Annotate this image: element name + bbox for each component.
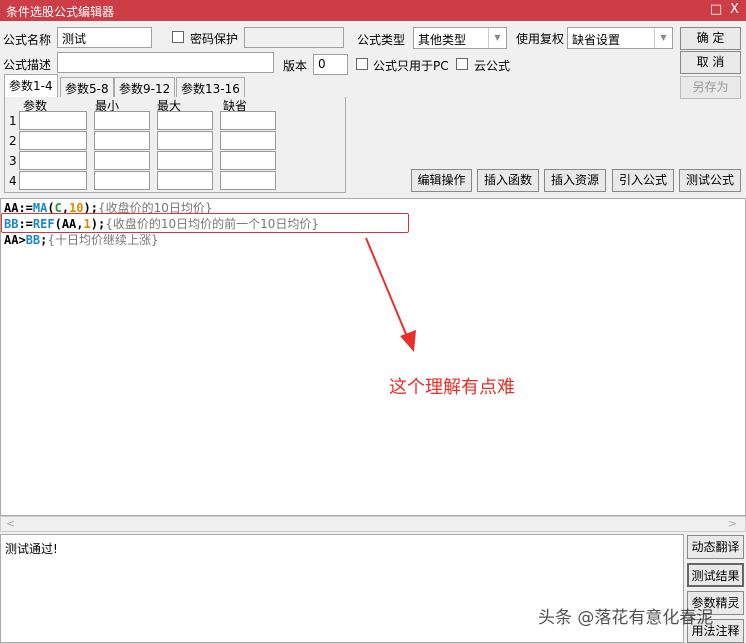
row-number: 2 bbox=[9, 134, 17, 148]
arrow-icon bbox=[365, 237, 416, 352]
import-formula-button[interactable]: 引入公式 bbox=[612, 169, 674, 192]
watermark: 头条 @落花有意化春泥 bbox=[538, 608, 714, 628]
pc-only-label: 公式只用于PC bbox=[373, 59, 449, 73]
version-input[interactable]: 0 bbox=[313, 54, 348, 75]
type-value: 其他类型 bbox=[418, 33, 467, 47]
dynamic-translate-button[interactable]: 动态翻译 bbox=[687, 535, 744, 559]
desc-label: 公式描述 bbox=[3, 58, 52, 72]
tab-params-13-16[interactable]: 参数13-16 bbox=[176, 77, 245, 98]
edit-operation-button[interactable]: 编辑操作 bbox=[411, 169, 472, 192]
password-input[interactable] bbox=[244, 27, 344, 48]
test-formula-button[interactable]: 测试公式 bbox=[679, 169, 741, 192]
desc-input[interactable] bbox=[57, 52, 274, 73]
scroll-left-icon[interactable]: < bbox=[6, 517, 15, 530]
maximize-icon[interactable]: □ bbox=[710, 2, 722, 17]
insert-resource-button[interactable]: 插入资源 bbox=[544, 169, 606, 192]
version-label: 版本 bbox=[283, 59, 308, 73]
row-number: 3 bbox=[9, 154, 17, 168]
tab-params-9-12[interactable]: 参数9-12 bbox=[114, 77, 176, 98]
password-label: 密码保护 bbox=[190, 32, 239, 46]
tab-params-1-4[interactable]: 参数1-4 bbox=[4, 74, 58, 97]
test-result-button[interactable]: 测试结果 bbox=[687, 563, 744, 587]
pc-only-checkbox[interactable] bbox=[356, 58, 368, 70]
code-line-3: AA>BB;{十日均价继续上涨} bbox=[4, 233, 159, 247]
chevron-down-icon: ▼ bbox=[488, 28, 506, 48]
highlight-box bbox=[1, 213, 409, 233]
name-input[interactable]: 测试 bbox=[57, 27, 152, 48]
save-as-button[interactable]: 另存为 bbox=[680, 76, 741, 99]
type-label: 公式类型 bbox=[357, 33, 406, 47]
tab-params-5-8[interactable]: 参数5-8 bbox=[60, 77, 114, 98]
annotation-text: 这个理解有点难 bbox=[389, 377, 515, 398]
rights-label: 使用复权 bbox=[516, 32, 565, 46]
row-number: 4 bbox=[9, 174, 17, 188]
rights-select[interactable]: 缺省设置 ▼ bbox=[567, 27, 673, 49]
chevron-down-icon: ▼ bbox=[654, 28, 672, 48]
params-panel: 参数 最小 最大 缺省 1 2 3 4 bbox=[4, 97, 346, 193]
window-title: 条件选股公式编辑器 bbox=[6, 5, 115, 19]
row-number: 1 bbox=[9, 114, 17, 128]
title-bar: 条件选股公式编辑器 □ X bbox=[0, 0, 746, 21]
horizontal-scrollbar[interactable]: < > bbox=[0, 516, 746, 532]
name-label: 公式名称 bbox=[3, 33, 52, 47]
insert-function-button[interactable]: 插入函数 bbox=[477, 169, 539, 192]
cloud-checkbox[interactable] bbox=[456, 58, 468, 70]
rights-value: 缺省设置 bbox=[572, 33, 621, 47]
code-editor[interactable]: AA:=MA(C,10);{收盘价的10日均价} BB:=REF(AA,1);{… bbox=[0, 198, 746, 516]
password-checkbox[interactable] bbox=[172, 31, 184, 43]
scroll-right-icon[interactable]: > bbox=[728, 517, 737, 530]
type-select[interactable]: 其他类型 ▼ bbox=[413, 27, 507, 49]
cancel-button[interactable]: 取 消 bbox=[680, 51, 741, 74]
close-icon[interactable]: X bbox=[730, 2, 739, 17]
ok-button[interactable]: 确 定 bbox=[680, 27, 741, 50]
output-text: 测试通过! bbox=[5, 542, 58, 556]
cloud-label: 云公式 bbox=[474, 59, 511, 73]
